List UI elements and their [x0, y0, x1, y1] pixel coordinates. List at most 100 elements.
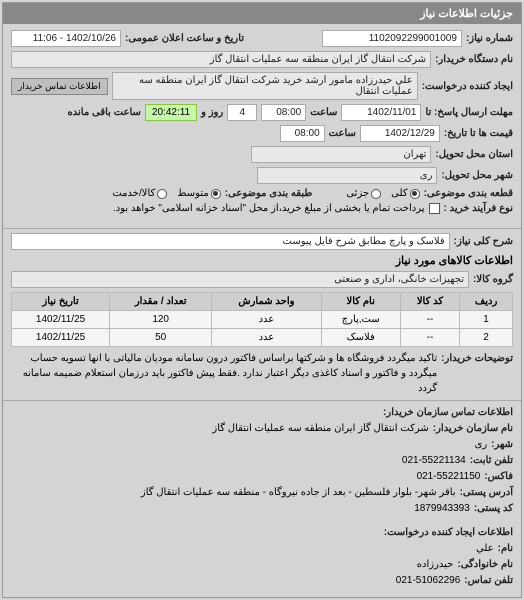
th-qty: تعداد / مقدار — [110, 293, 212, 311]
creator-phone-label: تلفن تماس: — [464, 573, 513, 589]
items-table: ردیف کد کالا نام کالا واحد شمارش تعداد /… — [11, 292, 513, 347]
radio-dot-icon — [211, 189, 221, 199]
contact-org-label: نام سازمان خریدار: — [433, 421, 513, 437]
request-no-label: شماره نیاز: — [466, 33, 513, 44]
partial-radio-group: کلی جزئی — [346, 188, 419, 199]
deadline-label: مهلت ارسال پاسخ: تا — [425, 107, 513, 118]
request-no-value: 1102092299001009 — [322, 30, 462, 47]
creator-contact-block: اطلاعات ایجاد کننده درخواست: نام:علي نام… — [11, 525, 513, 589]
buyer-contact-block: اطلاعات تماس سازمان خریدار: نام سازمان خ… — [11, 405, 513, 517]
cell-qty: 120 — [110, 311, 212, 329]
cell-date: 1402/11/25 — [12, 311, 110, 329]
province-value: تهران — [251, 146, 431, 163]
creator-fname-label: نام: — [498, 541, 513, 557]
group-label: گروه کالا: — [473, 274, 513, 285]
budget-radio-group: متوسط کالا/خدمت — [112, 188, 220, 199]
th-unit: واحد شمارش — [212, 293, 321, 311]
row-requester: ایجاد کننده درخواست: علي حيدرزاده مامور … — [11, 72, 513, 100]
divider — [3, 400, 521, 401]
radio-dot-icon — [410, 189, 420, 199]
row-request-no: شماره نیاز: 1102092299001009 تاریخ و ساع… — [11, 30, 513, 47]
deadline-time: 08:00 — [261, 104, 306, 121]
row-deadline: مهلت ارسال پاسخ: تا 1402/11/01 ساعت 08:0… — [11, 104, 513, 121]
remain-time: 20:42:11 — [145, 104, 197, 121]
radio-partial[interactable]: جزئی — [346, 188, 381, 199]
process-label: نوع فرآیند خرید : — [444, 203, 513, 214]
cell-qty: 50 — [110, 329, 212, 347]
radio-goods-label: کالا/خدمت — [112, 188, 155, 199]
table-row: 1 -- ست,پارچ عدد 120 1402/11/25 — [12, 311, 513, 329]
creator-lname: حيدرزاده — [417, 557, 454, 573]
cell-idx: 1 — [460, 311, 513, 329]
row-group: گروه کالا: تجهیزات خانگی، اداری و صنعتی — [3, 271, 521, 288]
radio-dot-icon — [371, 189, 381, 199]
cell-name: فلاسک — [321, 329, 400, 347]
creator-lname-label: نام خانوادگی: — [457, 557, 513, 573]
contact-addr: باقر شهر- بلوار فلسطین - بعد از جاده نیر… — [141, 485, 456, 501]
radio-goods[interactable]: کالا/خدمت — [112, 188, 167, 199]
buyer-org-label: نام دستگاه خریدار: — [435, 54, 513, 65]
radio-all[interactable]: کلی — [391, 188, 419, 199]
th-name: نام کالا — [321, 293, 400, 311]
cell-date: 1402/11/25 — [12, 329, 110, 347]
row-need-title: شرح کلی نیاز: فلاسک و پارچ مطابق شرح فای… — [3, 233, 521, 250]
contact-section-title: اطلاعات تماس سازمان خریدار: — [383, 405, 513, 421]
contact-phone-label: تلفن ثابت: — [470, 453, 513, 469]
row-buyer-org: نام دستگاه خریدار: شرکت انتقال گاز ایران… — [11, 51, 513, 68]
need-title-value: فلاسک و پارچ مطابق شرح فایل پیوست — [11, 233, 450, 250]
announce-value: 1402/10/26 - 11:06 — [11, 30, 121, 47]
city-value: ری — [257, 167, 437, 184]
creator-section-title: اطلاعات ایجاد کننده درخواست: — [384, 525, 513, 541]
partial-label: قطعه بندی موضوعی: — [424, 188, 513, 199]
need-title-label: شرح کلی نیاز: — [454, 236, 513, 247]
requester-label: ایجاد کننده درخواست: — [422, 81, 513, 92]
row-quote-until: قیمت ها تا تاریخ: 1402/12/29 ساعت 08:00 — [11, 125, 513, 142]
form-body: شماره نیاز: 1102092299001009 تاریخ و ساع… — [3, 24, 521, 224]
quote-until-time: 08:00 — [280, 125, 325, 142]
city-label: شهر محل تحویل: — [441, 170, 513, 181]
radio-all-label: کلی — [391, 188, 407, 199]
quote-until-time-label: ساعت — [329, 128, 356, 139]
deadline-time-label: ساعت — [310, 107, 337, 118]
row-partial: قطعه بندی موضوعی: کلی جزئی طبقه بندی موض… — [11, 188, 513, 199]
cell-unit: عدد — [212, 329, 321, 347]
announce-label: تاریخ و ساعت اعلان عمومی: — [125, 33, 244, 44]
process-checkbox[interactable] — [429, 203, 440, 214]
buyer-org-value: شرکت انتقال گاز ایران منطقه سه عملیات ان… — [11, 51, 431, 68]
divider — [3, 228, 521, 229]
radio-mid[interactable]: متوسط — [177, 188, 220, 199]
radio-mid-label: متوسط — [177, 188, 208, 199]
cell-name: ست,پارچ — [321, 311, 400, 329]
radio-partial-label: جزئی — [346, 188, 369, 199]
buyer-note: توضیحات خریدار: تاکید میگردد فروشگاه ها … — [11, 351, 513, 396]
contact-post-label: کد پستی: — [474, 501, 513, 517]
row-province: استان محل تحویل: تهران — [11, 146, 513, 163]
cell-code: -- — [400, 311, 459, 329]
remain-suffix: ساعت باقی مانده — [68, 107, 141, 118]
contact-fax: 021-55221150 — [417, 469, 481, 485]
remain-days-label: روز و — [201, 107, 223, 118]
table-row: 2 -- فلاسک عدد 50 1402/11/25 — [12, 329, 513, 347]
th-date: تاریخ نیاز — [12, 293, 110, 311]
process-text: پرداخت تمام یا بخشی از مبلغ خرید،از محل … — [113, 203, 425, 214]
quote-until-label: قیمت ها تا تاریخ: — [444, 128, 513, 139]
contact-city: ری — [475, 437, 488, 453]
contact-city-label: شهر: — [491, 437, 513, 453]
radio-dot-icon — [157, 189, 167, 199]
group-value: تجهیزات خانگی، اداری و صنعتی — [11, 271, 469, 288]
items-section-title: اطلاعات کالاهای مورد نیاز — [11, 254, 513, 267]
details-panel: جزئیات اطلاعات نیاز شماره نیاز: 11020922… — [2, 2, 522, 598]
buyer-contact-button[interactable]: اطلاعات تماس خریدار — [11, 78, 108, 95]
creator-phone: 021-51062296 — [396, 573, 461, 589]
th-code: کد کالا — [400, 293, 459, 311]
quote-until-date: 1402/12/29 — [360, 125, 440, 142]
budget-label: طبقه بندی موضوعی: — [225, 188, 313, 199]
contact-post: 1879943393 — [414, 501, 470, 517]
deadline-date: 1402/11/01 — [341, 104, 421, 121]
panel-title: جزئیات اطلاعات نیاز — [3, 3, 521, 24]
remain-days: 4 — [227, 104, 257, 121]
row-city: شهر محل تحویل: ری — [11, 167, 513, 184]
table-header-row: ردیف کد کالا نام کالا واحد شمارش تعداد /… — [12, 293, 513, 311]
cell-code: -- — [400, 329, 459, 347]
buyer-note-text: تاکید میگردد فروشگاه ها و شرکتها براساس … — [11, 351, 437, 396]
